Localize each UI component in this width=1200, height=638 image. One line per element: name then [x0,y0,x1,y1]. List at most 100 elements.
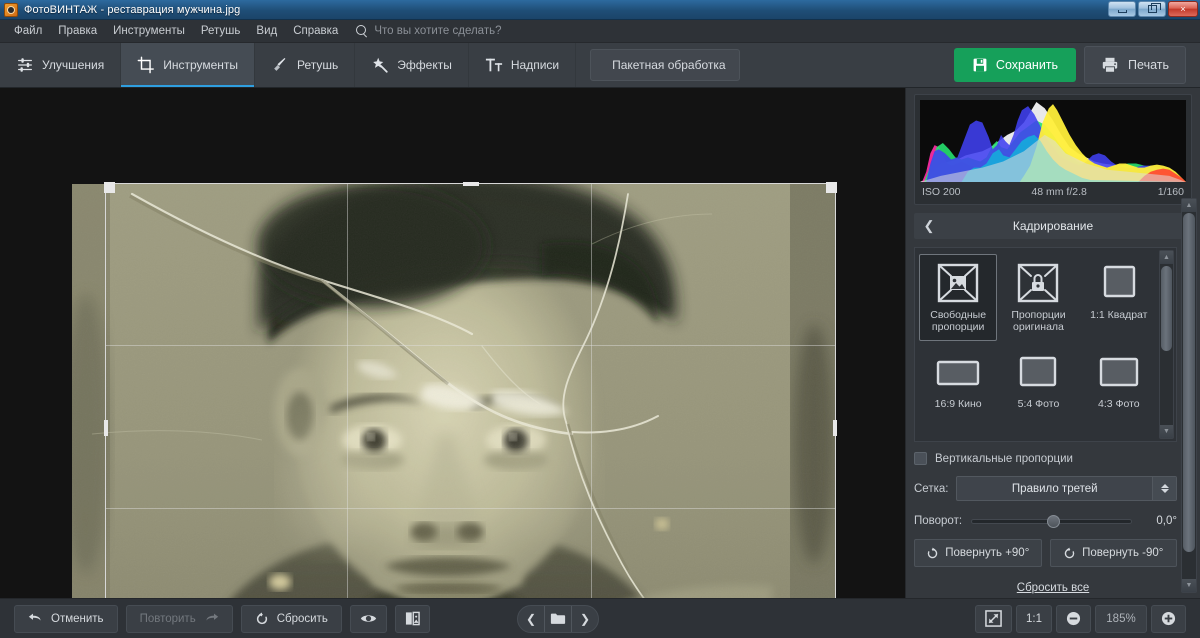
crop-handle-top-left[interactable] [104,182,115,193]
search-box[interactable]: Что вы хотите сделать? [356,25,501,37]
histogram-chart [920,100,1186,182]
fit-to-screen-button[interactable] [975,604,1012,633]
exif-iso: ISO 200 [922,186,961,198]
rotation-slider[interactable] [971,514,1132,528]
grid-select-value: Правило третей [1011,482,1098,495]
ratio-1-1-square-label: 1:1 Квадрат [1090,309,1148,321]
zoom-in-button[interactable] [1151,604,1186,633]
window-title: ФотоВИНТАЖ - реставрация мужчина.jpg [24,3,241,16]
tab-enhancements[interactable]: Улучшения [0,43,122,87]
rotation-slider-knob[interactable] [1046,514,1060,528]
ratio-list-scrollbar[interactable]: ▲ ▼ [1159,250,1174,439]
tab-tools[interactable]: Инструменты [121,43,256,87]
save-button[interactable]: Сохранить [953,48,1077,82]
ratio-scroll-thumb[interactable] [1161,266,1172,351]
window-controls: × [1108,1,1198,17]
vertical-proportions-row[interactable]: Вертикальные пропорции [914,452,1177,465]
grid-select[interactable]: Правило третей [956,476,1177,501]
crop-grid-line-v2 [590,184,592,598]
close-button[interactable]: × [1168,1,1198,17]
vertical-proportions-checkbox[interactable] [914,452,927,465]
tab-tools-label: Инструменты [163,58,239,72]
undo-icon [28,613,41,621]
crop-selection[interactable] [104,182,837,598]
ratio-1-1-square[interactable]: 1:1 Квадрат [1080,254,1158,341]
grid-select-spinner[interactable] [1152,477,1176,500]
compare-button[interactable] [394,604,430,633]
minimize-button[interactable] [1108,1,1136,17]
histogram-panel: ISO 200 48 mm f/2.8 1/160 [914,94,1192,205]
crop-grid-line-v1 [346,184,348,598]
text-icon [485,58,502,72]
tab-effects[interactable]: Эффекты [355,43,469,87]
file-nav-group: ❮ ❯ [517,604,599,633]
batch-processing-button[interactable]: Пакетная обработка [590,49,740,81]
bottom-bar: Отменить Повторить Сбросить ❮ ❯ 1:1 185% [0,598,1200,638]
reset-button[interactable]: Сбросить [240,604,342,633]
ratio-original-proportions[interactable]: Пропорции оригинала [999,254,1077,341]
main-toolbar: Улучшения Инструменты Ретушь Эффекты Над… [0,43,1200,88]
ratio-scroll-up-icon[interactable]: ▲ [1160,251,1173,264]
panel-scroll-thumb[interactable] [1183,213,1195,552]
crop-handle-top[interactable] [462,182,479,186]
histogram-svg [920,102,1186,182]
rotate-plus-90-label: Повернуть +90° [945,547,1030,559]
crop-handle-top-right[interactable] [826,182,837,193]
ratio-free-proportions[interactable]: Свободные пропорции [919,254,998,341]
rotate-minus-90-button[interactable]: Повернуть -90° [1049,539,1177,567]
tab-captions[interactable]: Надписи [469,43,577,87]
crop-handle-right[interactable] [833,419,837,436]
exif-strip: ISO 200 48 mm f/2.8 1/160 [920,182,1186,199]
grid-label: Сетка: [914,482,949,495]
rotate-ccw-icon [1064,547,1075,558]
tab-retouch[interactable]: Ретушь [255,43,356,87]
image-canvas[interactable] [0,88,905,598]
print-button[interactable]: Печать [1084,46,1186,84]
reset-all-link[interactable]: Сбросить все [1017,582,1089,594]
zoom-group: 1:1 185% [975,604,1186,633]
panel-scroll-down-icon[interactable]: ▼ [1182,579,1196,592]
actual-size-button[interactable]: 1:1 [1016,604,1052,633]
tab-captions-label: Надписи [510,58,560,72]
maximize-button[interactable] [1138,1,1166,17]
rotation-label: Поворот: [914,515,963,527]
panel-scroll-up-icon[interactable]: ▲ [1182,199,1196,212]
rotate-plus-90-button[interactable]: Повернуть +90° [914,539,1042,567]
panel-scrollbar[interactable]: ▲ ▼ [1181,198,1197,593]
redo-button[interactable]: Повторить [125,604,233,633]
menu-item-retouch[interactable]: Ретушь [193,22,249,40]
compare-icon [405,611,420,626]
prev-file-button[interactable]: ❮ [518,606,544,632]
menu-item-tools[interactable]: Инструменты [105,22,193,40]
menu-item-file[interactable]: Файл [6,22,50,40]
back-arrow-icon[interactable]: ❮ [918,218,940,234]
ratio-scroll-down-icon[interactable]: ▼ [1160,425,1173,438]
preview-button[interactable] [349,604,387,633]
ratio-4-3-photo[interactable]: 4:3 Фото [1080,343,1158,418]
ratio-5-4-photo-label: 5:4 Фото [1017,398,1060,410]
menu-item-view[interactable]: Вид [248,22,285,40]
zoom-out-button[interactable] [1056,604,1091,633]
crop-icon [137,56,155,74]
panel-title: Кадрирование [1012,219,1094,233]
wide-ratio-icon [934,350,982,394]
open-folder-button[interactable] [545,606,571,632]
zoom-level-value[interactable]: 185% [1095,604,1147,633]
search-input-placeholder[interactable]: Что вы хотите сделать? [374,25,501,37]
fit-screen-icon [985,610,1002,627]
menu-item-help[interactable]: Справка [285,22,346,40]
print-button-label: Печать [1128,58,1169,72]
tab-retouch-label: Ретушь [297,58,339,72]
title-bar: ФотоВИНТАЖ - реставрация мужчина.jpg × [0,0,1200,20]
photo54-ratio-icon [1014,350,1062,394]
undo-button[interactable]: Отменить [14,604,118,633]
ratio-16-9-cinema[interactable]: 16:9 Кино [919,343,997,418]
crop-handle-left[interactable] [104,419,108,436]
batch-wrap: Пакетная обработка [576,43,740,87]
plus-icon [1161,611,1176,626]
batch-processing-label: Пакетная обработка [612,58,726,72]
next-file-button[interactable]: ❯ [572,606,598,632]
ratio-5-4-photo[interactable]: 5:4 Фото [999,343,1077,418]
aspect-ratio-list[interactable]: Свободные пропорции Пропорции оригинала … [914,247,1177,442]
menu-item-edit[interactable]: Правка [50,22,105,40]
